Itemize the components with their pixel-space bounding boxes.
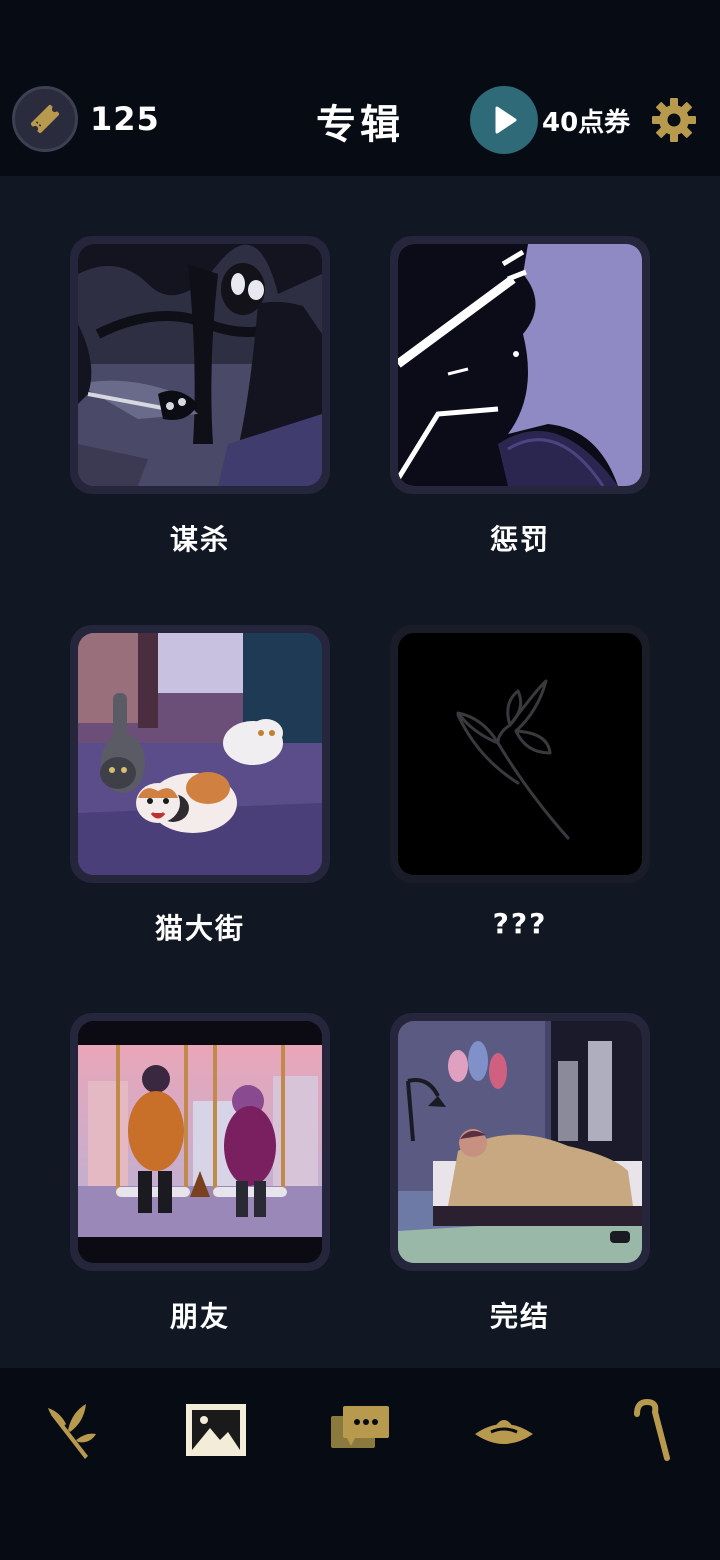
album-card[interactable]: 谋杀 — [70, 236, 330, 556]
nav-gallery[interactable] — [180, 1398, 252, 1462]
voucher-label: 40点券 — [542, 108, 631, 138]
ending-artwork — [398, 1021, 642, 1263]
murder-artwork — [78, 244, 322, 486]
nav-chat[interactable] — [324, 1398, 396, 1462]
album-label: 完结 — [489, 1300, 550, 1333]
watch-ad-button[interactable] — [470, 86, 538, 154]
album-frame — [70, 236, 330, 494]
nav-hat[interactable] — [468, 1398, 540, 1462]
album-label: 朋友 — [169, 1300, 230, 1333]
album-card[interactable]: 惩罚 — [390, 236, 650, 556]
bottom-nav — [0, 1368, 720, 1560]
album-card[interactable]: 朋友 — [70, 1013, 330, 1333]
album-grid: 谋杀 惩罚 猫大街 ??? 朋友 完结 — [0, 176, 720, 1368]
gallery-icon — [186, 1404, 246, 1456]
cane-icon — [634, 1398, 670, 1461]
album-card[interactable]: 猫大街 — [70, 625, 330, 945]
punishment-artwork — [398, 244, 642, 486]
hat-icon — [475, 1410, 533, 1444]
album-frame — [70, 625, 330, 883]
album-frame — [390, 625, 650, 883]
album-label: 猫大街 — [154, 912, 245, 945]
gear-icon — [652, 98, 696, 142]
top-bar: 125 专辑 40点券 — [0, 0, 720, 176]
album-label: 惩罚 — [489, 523, 550, 556]
album-frame — [390, 236, 650, 494]
play-icon — [495, 106, 517, 134]
album-label: ??? — [492, 907, 548, 940]
album-label: 谋杀 — [169, 523, 230, 556]
branch-icon — [48, 1404, 96, 1459]
locked-flower-artwork — [398, 633, 642, 875]
cat-street-artwork — [78, 633, 322, 875]
album-card[interactable]: ??? — [390, 625, 650, 940]
nav-cane[interactable] — [612, 1398, 684, 1462]
album-card[interactable]: 完结 — [390, 1013, 650, 1333]
album-frame — [70, 1013, 330, 1271]
settings-button[interactable] — [650, 96, 698, 144]
chat-icon — [331, 1406, 389, 1448]
album-frame — [390, 1013, 650, 1271]
nav-branch[interactable] — [36, 1398, 108, 1462]
friends-artwork — [78, 1021, 322, 1263]
